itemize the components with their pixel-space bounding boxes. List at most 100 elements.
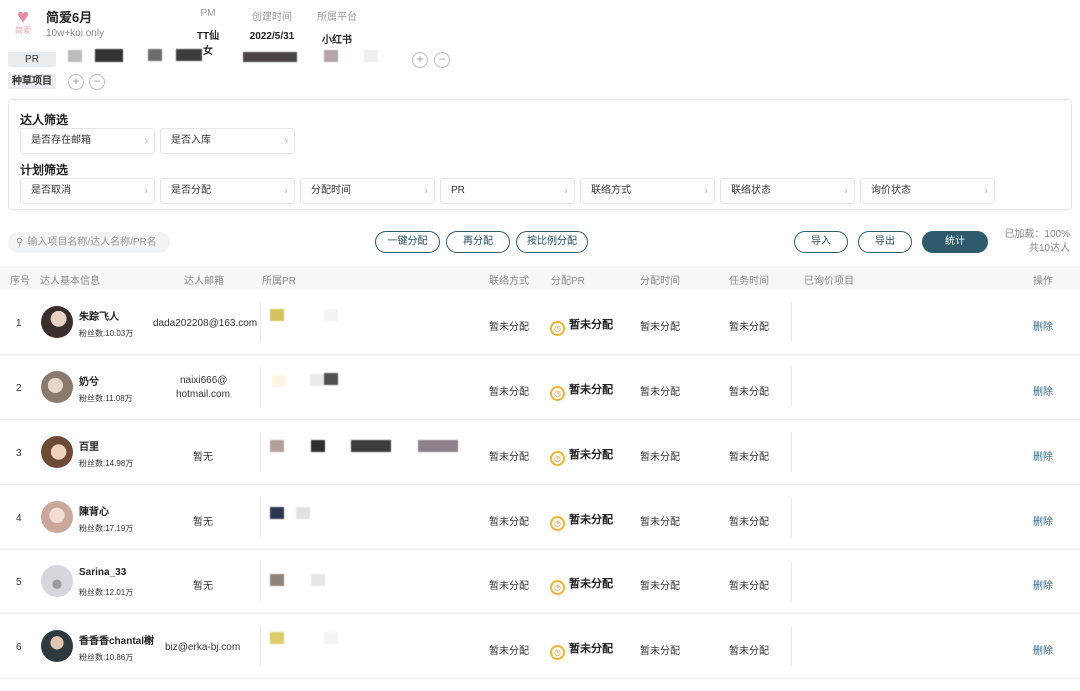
col-inquired: 已询价项目 xyxy=(804,276,854,287)
load-status: 已加载：100% 共10达人 xyxy=(1004,229,1070,254)
pr-chip xyxy=(310,374,324,386)
assigned-pr-status[interactable]: ◷ 暂未分配 xyxy=(550,316,613,336)
chevron-right-icon: › xyxy=(424,185,428,197)
pr-tag: PR xyxy=(8,52,56,67)
logo-text: 简爱 xyxy=(15,26,31,35)
meta-platform: 所属平台 小红书 xyxy=(317,12,357,46)
pr-chip[interactable] xyxy=(176,49,202,61)
filter-cancelled[interactable]: 是否取消 › xyxy=(20,178,155,204)
pr-chip xyxy=(270,574,284,586)
pr-chip xyxy=(311,574,325,586)
delete-button[interactable]: 删除 xyxy=(1033,577,1053,592)
assigned-pr-status[interactable]: ◷ 暂未分配 xyxy=(550,381,613,401)
delete-button[interactable]: 删除 xyxy=(1033,318,1053,333)
filter-pr[interactable]: PR › xyxy=(440,178,575,204)
table-row: 4 陳背心 粉丝数:17.19万 暂无 暂未分配 ◷ 暂未分配 暂未分配 暂未分配… xyxy=(0,485,1080,550)
chevron-right-icon: › xyxy=(984,185,988,197)
filter-in-library[interactable]: 是否入库 › xyxy=(160,128,295,154)
email: 暂无 xyxy=(193,581,213,592)
divider xyxy=(260,497,261,537)
search-icon: ⚲ xyxy=(16,237,24,248)
email: naixi666@ xyxy=(180,375,228,386)
pr-chip xyxy=(296,507,310,519)
col-pr: 所属PR xyxy=(262,276,296,287)
export-button[interactable]: 导出 xyxy=(858,231,912,253)
filter-panel: 达人筛选 是否存在邮箱 › 是否入库 › 计划筛选 是否取消 › 是否分配 › 分配时间… xyxy=(8,99,1072,210)
filter-contact-method[interactable]: 联络方式 › xyxy=(580,178,715,204)
col-assigned-pr: 分配PR xyxy=(551,276,585,287)
clock-icon: ◷ xyxy=(550,451,565,466)
assigned-pr-status[interactable]: ◷ 暂未分配 xyxy=(550,575,613,595)
remove-pr-button[interactable]: − xyxy=(434,52,450,68)
delete-button[interactable]: 删除 xyxy=(1033,642,1053,657)
divider xyxy=(260,367,261,407)
pr-chip xyxy=(351,440,391,452)
table-header: 序号 达人基本信息 达人邮箱 所属PR 联络方式 分配PR 分配时间 任务时间 … xyxy=(0,266,1080,290)
pr-chip xyxy=(418,440,458,452)
divider xyxy=(791,561,792,601)
delete-button[interactable]: 删除 xyxy=(1033,448,1053,463)
clock-icon: ◷ xyxy=(550,386,565,401)
search-input[interactable]: ⚲ 输入项目名称/达人名称/PR名 xyxy=(8,232,170,253)
table-row: 2 奶兮 粉丝数:11.08万 naixi666@ hotmail.com 暂未… xyxy=(0,355,1080,420)
stats-button[interactable]: 统计 xyxy=(922,231,988,253)
avatar xyxy=(41,436,73,468)
pr-chip[interactable] xyxy=(95,49,123,62)
project-title: 简爱6月 xyxy=(46,10,93,25)
pr-chip[interactable] xyxy=(243,52,297,62)
divider xyxy=(260,302,261,342)
table-row: 5 Sarina_33 粉丝数:12.01万 暂无 暂未分配 ◷ 暂未分配 暂未分… xyxy=(0,549,1080,614)
divider xyxy=(791,497,792,537)
meta-created: 创建时间 2022/5/31 xyxy=(249,12,295,42)
reassign-button[interactable]: 再分配 xyxy=(446,231,510,253)
col-action: 操作 xyxy=(1033,276,1053,287)
pr-chip xyxy=(324,309,338,321)
one-click-assign-button[interactable]: 一键分配 xyxy=(375,231,440,253)
delete-button[interactable]: 删除 xyxy=(1033,513,1053,528)
filter-assigned[interactable]: 是否分配 › xyxy=(160,178,295,204)
filter-contact-status[interactable]: 联络状态 › xyxy=(720,178,855,204)
pr-chip xyxy=(270,507,284,519)
pr-chip xyxy=(270,440,284,452)
chevron-right-icon: › xyxy=(144,185,148,197)
delete-button[interactable]: 删除 xyxy=(1033,383,1053,398)
divider xyxy=(260,626,261,666)
divider xyxy=(260,432,261,472)
chevron-right-icon: › xyxy=(284,185,288,197)
assigned-pr-status[interactable]: ◷ 暂未分配 xyxy=(550,446,613,466)
avatar xyxy=(41,501,73,533)
assigned-pr-status[interactable]: ◷ 暂未分配 xyxy=(550,640,613,660)
pr-chip[interactable] xyxy=(324,50,338,62)
pr-chip[interactable] xyxy=(364,50,378,62)
clock-icon: ◷ xyxy=(550,321,565,336)
filter-assign-time[interactable]: 分配时间 › xyxy=(300,178,435,204)
email-domain: hotmail.com xyxy=(176,389,230,400)
plan-filter-title: 计划筛选 xyxy=(20,163,69,177)
import-button[interactable]: 导入 xyxy=(794,231,848,253)
divider xyxy=(791,302,792,342)
avatar xyxy=(41,371,73,403)
col-contact: 联络方式 xyxy=(489,276,529,287)
pr-chip[interactable] xyxy=(148,49,162,61)
clock-icon: ◷ xyxy=(550,645,565,660)
add-pr-button[interactable]: + xyxy=(412,52,428,68)
remove-seeding-button[interactable]: − xyxy=(89,74,105,90)
ratio-assign-button[interactable]: 按比例分配 xyxy=(516,231,588,253)
seeding-tag: 种草项目 xyxy=(8,74,56,89)
pr-chip xyxy=(324,632,338,644)
chevron-right-icon: › xyxy=(144,135,148,147)
clock-icon: ◷ xyxy=(550,580,565,595)
brand-logo: ♥ 简爱 xyxy=(10,6,36,38)
add-seeding-button[interactable]: + xyxy=(68,74,84,90)
pr-chip xyxy=(324,373,338,385)
pr-chip[interactable] xyxy=(68,50,82,62)
chevron-right-icon: › xyxy=(704,185,708,197)
email: dada202208@163.com xyxy=(153,318,258,329)
assigned-pr-status[interactable]: ◷ 暂未分配 xyxy=(550,511,613,531)
email: 暂无 xyxy=(193,517,213,528)
heart-icon: ♥ xyxy=(17,6,29,28)
filter-inquiry-status[interactable]: 询价状态 › xyxy=(860,178,995,204)
col-assign-time: 分配时间 xyxy=(640,276,680,287)
col-task-time: 任务时间 xyxy=(729,276,769,287)
filter-has-email[interactable]: 是否存在邮箱 › xyxy=(20,128,155,154)
